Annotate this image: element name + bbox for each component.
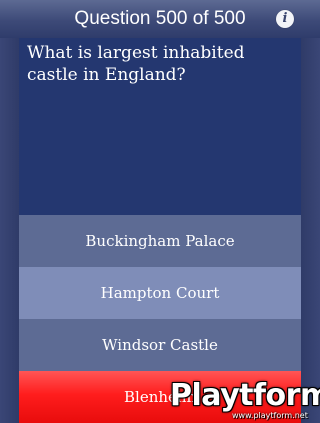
- question-panel: What is largest inhabited castle in Engl…: [19, 38, 301, 215]
- right-border: [301, 38, 320, 423]
- answer-option-3[interactable]: Windsor Castle: [19, 319, 301, 371]
- watermark-url: www.playtform.net: [232, 411, 308, 420]
- watermark-brand: Playtform: [170, 378, 320, 413]
- left-border: [0, 38, 19, 423]
- header-bar: Question 500 of 500 i: [0, 0, 320, 38]
- answer-option-2[interactable]: Hampton Court: [19, 267, 301, 319]
- playtform-watermark: Playtform www.playtform.net: [158, 378, 320, 423]
- question-counter-title: Question 500 of 500: [74, 8, 246, 29]
- answer-option-1[interactable]: Buckingham Palace: [19, 215, 301, 267]
- question-text: What is largest inhabited castle in Engl…: [27, 43, 245, 85]
- info-icon[interactable]: i: [276, 10, 294, 28]
